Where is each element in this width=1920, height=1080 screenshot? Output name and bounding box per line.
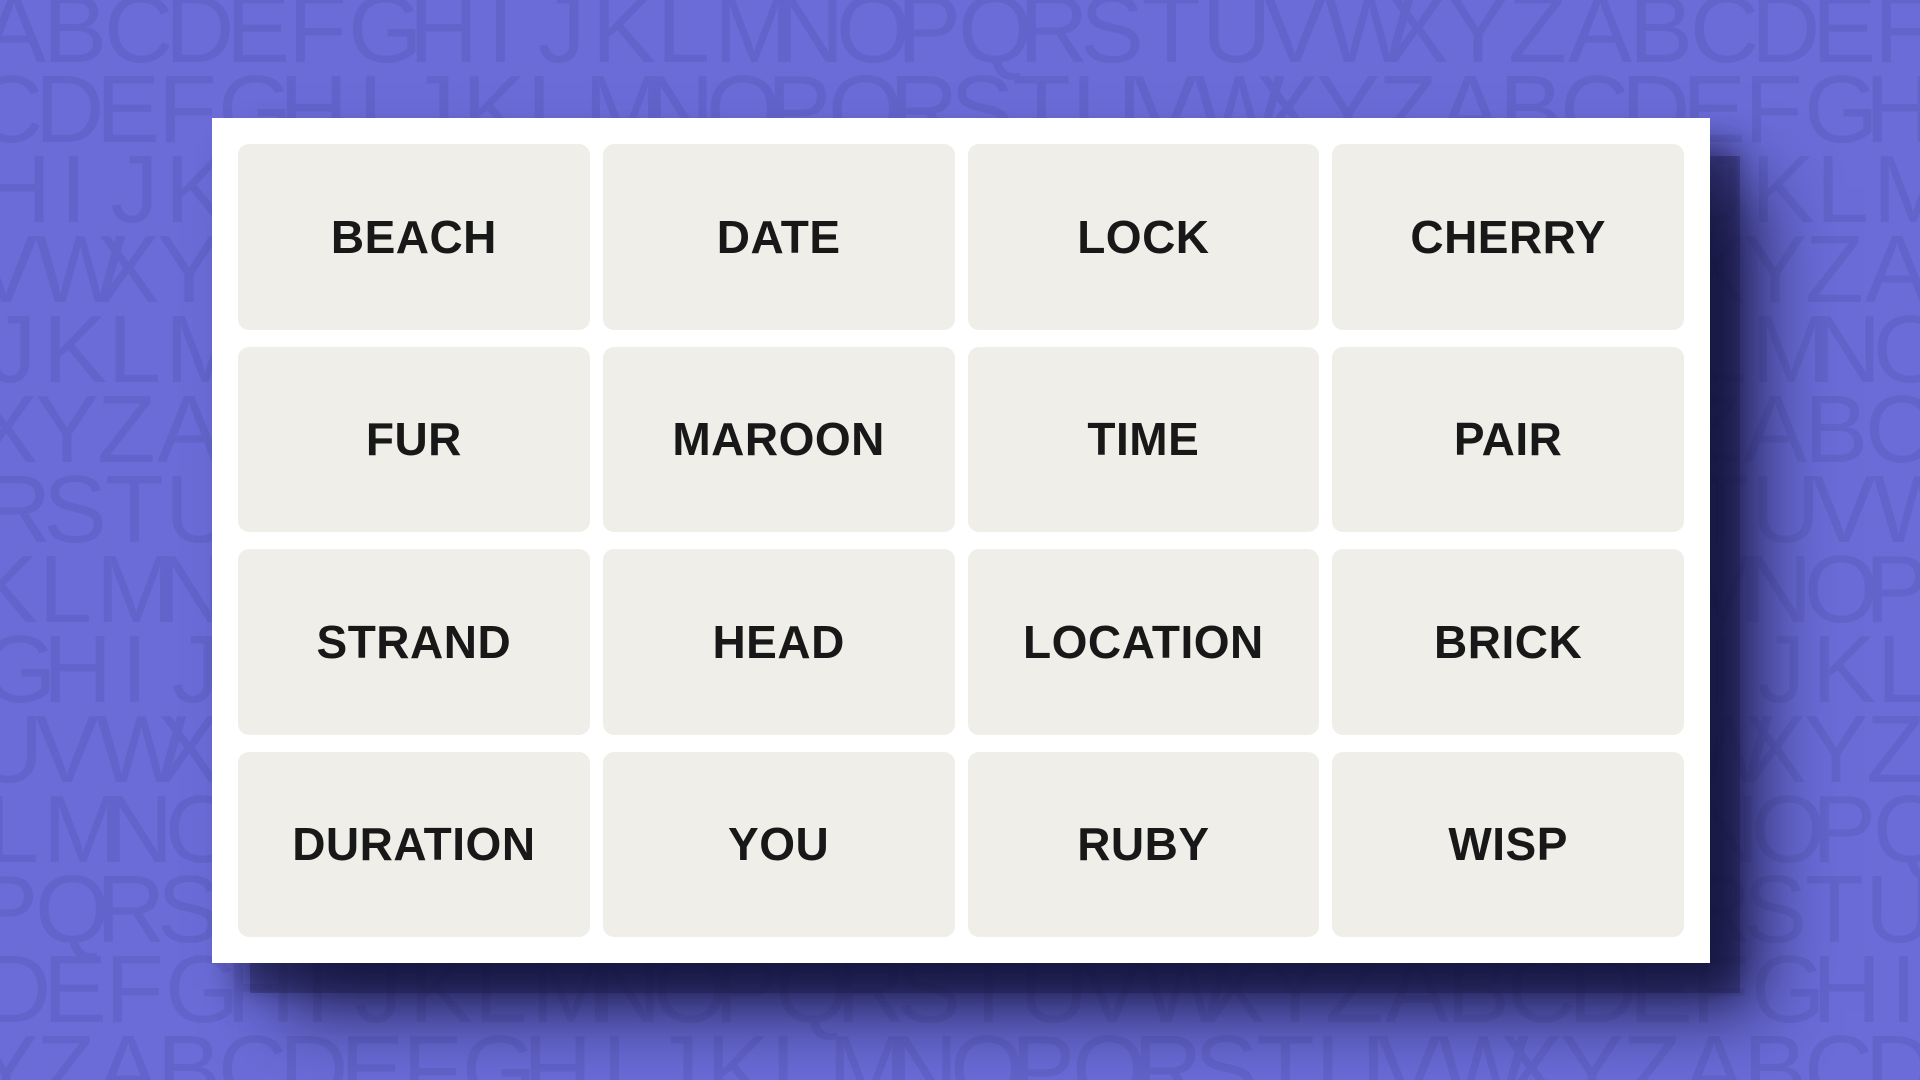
word-tile[interactable]: HEAD xyxy=(602,549,955,735)
word-tile-label: TIME xyxy=(1087,413,1200,466)
word-tile-label: LOCK xyxy=(1077,210,1210,263)
word-tile-label: CHERRY xyxy=(1410,210,1606,263)
word-tile[interactable]: CHERRY xyxy=(1332,144,1684,330)
word-tile[interactable]: LOCATION xyxy=(967,549,1320,735)
background-letter-row: YZABCDEFGHIJKLMNOPQRSTUVWXYZABCDE xyxy=(0,1016,1920,1080)
word-tile-label: DURATION xyxy=(292,818,536,871)
word-tile-label: LOCATION xyxy=(1022,615,1264,668)
word-tile-label: HEAD xyxy=(712,615,845,668)
word-tile[interactable]: YOU xyxy=(602,751,955,937)
word-tile[interactable]: RUBY xyxy=(967,751,1320,937)
word-board-panel: BEACH DATE LOCK CHERRY FUR MAROON TIME PAIR STRA… xyxy=(212,118,1710,963)
word-tile-label: BRICK xyxy=(1434,615,1583,668)
word-tile-label: DATE xyxy=(716,210,841,263)
word-tile[interactable]: DURATION xyxy=(238,751,590,937)
word-tile[interactable]: PAIR xyxy=(1332,346,1684,532)
word-tile[interactable]: WISP xyxy=(1332,751,1684,937)
word-tile-label: STRAND xyxy=(316,615,512,668)
word-tile[interactable]: BRICK xyxy=(1332,549,1684,735)
word-tile-label: WISP xyxy=(1448,818,1568,871)
word-tile-label: FUR xyxy=(365,413,462,466)
word-tile[interactable]: STRAND xyxy=(238,549,590,735)
word-tile[interactable]: TIME xyxy=(967,346,1320,532)
word-tile-label: MAROON xyxy=(672,413,885,466)
word-tile[interactable]: MAROON xyxy=(602,346,955,532)
word-tile-label: PAIR xyxy=(1453,413,1563,466)
word-grid: BEACH DATE LOCK CHERRY FUR MAROON TIME PAIR STRA… xyxy=(238,144,1684,937)
word-tile-label: RUBY xyxy=(1077,818,1210,871)
word-tile-label: YOU xyxy=(728,818,830,871)
word-tile[interactable]: LOCK xyxy=(967,144,1320,330)
word-tile[interactable]: FUR xyxy=(238,346,590,532)
word-tile[interactable]: BEACH xyxy=(238,144,590,330)
word-tile[interactable]: DATE xyxy=(602,144,955,330)
word-tile-label: BEACH xyxy=(330,210,497,263)
